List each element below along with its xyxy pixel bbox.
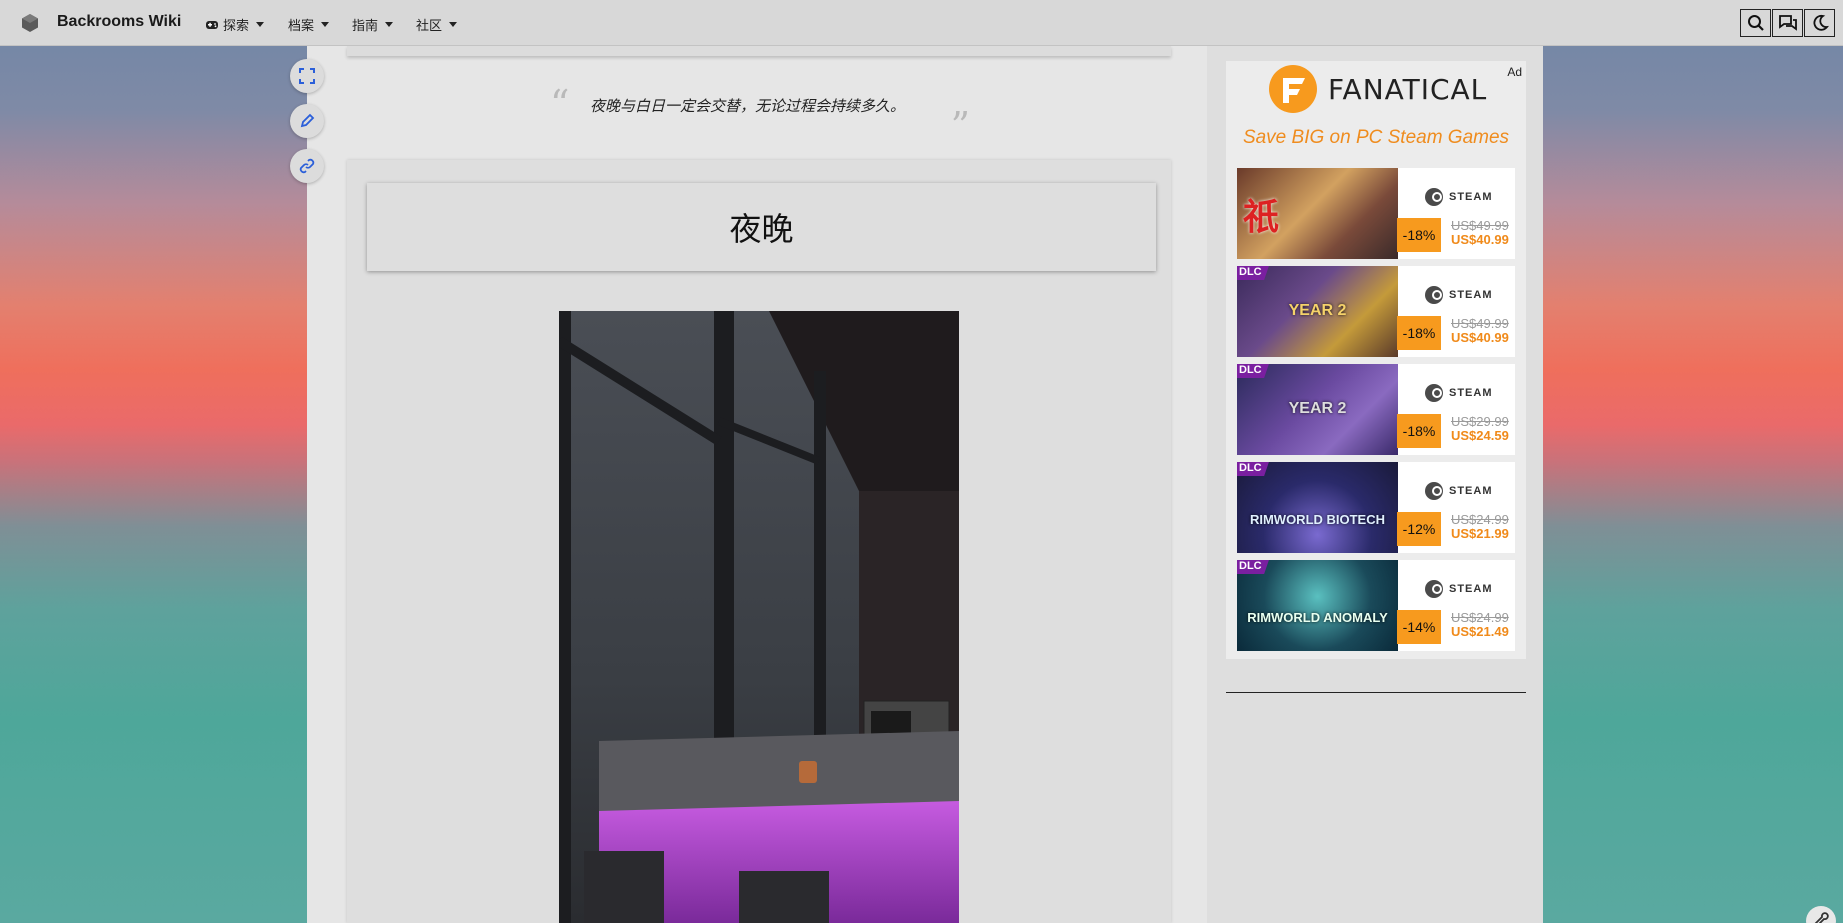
platform-label: STEAM bbox=[1449, 485, 1493, 497]
steam-icon bbox=[1425, 580, 1443, 598]
discussion-icon bbox=[1778, 15, 1797, 31]
deal-card[interactable]: RIMWORLD ANOMALY DLC STEAM -14% US$24.99… bbox=[1237, 560, 1515, 651]
original-price: US$24.99 bbox=[1451, 610, 1509, 625]
nav-archive[interactable]: 档案 bbox=[288, 15, 330, 34]
cover-title: YEAR 2 bbox=[1288, 302, 1347, 319]
steam-icon bbox=[1425, 384, 1443, 402]
deal-card[interactable]: YEAR 2 DLC STEAM -18% US$49.99 US$40.99 bbox=[1237, 266, 1515, 357]
platform-label: STEAM bbox=[1449, 289, 1493, 301]
search-icon bbox=[1747, 15, 1764, 31]
sale-price: US$40.99 bbox=[1451, 232, 1509, 247]
sidebar-divider bbox=[1226, 692, 1526, 693]
page-title: 夜晚 bbox=[729, 210, 794, 248]
caret-down-icon bbox=[256, 22, 265, 27]
game-cover: 祇 bbox=[1237, 168, 1398, 259]
sale-price: US$24.59 bbox=[1451, 428, 1509, 443]
night-window-photo bbox=[559, 311, 959, 923]
original-price: US$24.99 bbox=[1451, 512, 1509, 527]
steam-icon bbox=[1425, 188, 1443, 206]
dlc-badge: DLC bbox=[1237, 560, 1270, 574]
site-title[interactable]: Backrooms Wiki bbox=[57, 13, 181, 31]
cover-title: 祇 bbox=[1242, 196, 1279, 238]
page-tools-button[interactable] bbox=[1806, 906, 1836, 923]
edit-button[interactable] bbox=[290, 104, 324, 138]
article-image-night-kitchen[interactable] bbox=[559, 311, 959, 923]
dlc-badge: DLC bbox=[1237, 364, 1270, 378]
link-button[interactable] bbox=[290, 149, 324, 183]
deal-card[interactable]: RIMWORLD BIOTECH DLC STEAM -12% US$24.99… bbox=[1237, 462, 1515, 553]
game-cover: YEAR 2 DLC bbox=[1237, 364, 1398, 455]
discount-badge: -12% bbox=[1397, 512, 1441, 546]
previous-block-edge bbox=[347, 46, 1171, 56]
discount-badge: -14% bbox=[1397, 610, 1441, 644]
discount-badge: -18% bbox=[1397, 218, 1441, 252]
quote-open-mark: “ bbox=[550, 82, 570, 126]
link-icon bbox=[299, 158, 315, 174]
steam-platform: STEAM bbox=[1425, 286, 1493, 304]
caret-down-icon bbox=[321, 22, 330, 27]
moon-icon bbox=[1813, 14, 1829, 31]
site-logo-icon[interactable] bbox=[20, 13, 40, 33]
original-price: US$49.99 bbox=[1451, 218, 1509, 233]
cover-title: YEAR 2 bbox=[1288, 400, 1347, 417]
nav-explore-label: 探索 bbox=[223, 18, 250, 33]
nav-community[interactable]: 社区 bbox=[416, 15, 458, 34]
fanatical-ad[interactable]: Ad FANATICAL Save BIG on PC Steam Games … bbox=[1226, 61, 1526, 659]
fanatical-brand[interactable]: FANATICAL bbox=[1268, 64, 1487, 114]
wrench-icon bbox=[1814, 912, 1829, 923]
sale-price: US$21.99 bbox=[1451, 526, 1509, 541]
steam-icon bbox=[1425, 286, 1443, 304]
deal-card[interactable]: YEAR 2 DLC STEAM -18% US$29.99 US$24.59 bbox=[1237, 364, 1515, 455]
discount-badge: -18% bbox=[1397, 414, 1441, 448]
steam-platform: STEAM bbox=[1425, 384, 1493, 402]
fullscreen-button[interactable] bbox=[290, 59, 324, 93]
ad-label: Ad bbox=[1507, 65, 1522, 79]
brand-name: FANATICAL bbox=[1328, 72, 1488, 106]
steam-platform: STEAM bbox=[1425, 482, 1493, 500]
steam-platform: STEAM bbox=[1425, 188, 1493, 206]
nav-community-label: 社区 bbox=[416, 18, 443, 33]
original-price: US$29.99 bbox=[1451, 414, 1509, 429]
dlc-badge: DLC bbox=[1237, 266, 1270, 280]
top-navbar: Backrooms Wiki 探索 档案 指南 社区 bbox=[0, 0, 1843, 46]
dark-mode-toggle[interactable] bbox=[1804, 9, 1835, 37]
dlc-badge: DLC bbox=[1237, 462, 1270, 476]
game-cover: RIMWORLD BIOTECH DLC bbox=[1237, 462, 1398, 553]
platform-label: STEAM bbox=[1449, 387, 1493, 399]
steam-icon bbox=[1425, 482, 1443, 500]
nav-guide-label: 指南 bbox=[352, 18, 379, 33]
caret-down-icon bbox=[449, 22, 458, 27]
sale-price: US$21.49 bbox=[1451, 624, 1509, 639]
ad-tagline: Save BIG on PC Steam Games bbox=[1242, 127, 1510, 148]
epigraph-quote: “ 夜晚与白日一定会交替，无论过程会持续多久。 ” bbox=[550, 82, 970, 145]
deal-card[interactable]: 祇 STEAM -18% US$49.99 US$40.99 bbox=[1237, 168, 1515, 259]
fanatical-logo-icon bbox=[1269, 65, 1317, 113]
game-cover: RIMWORLD ANOMALY DLC bbox=[1237, 560, 1398, 651]
sale-price: US$40.99 bbox=[1451, 330, 1509, 345]
gamepad-icon bbox=[206, 20, 218, 29]
edit-icon bbox=[300, 113, 315, 128]
platform-label: STEAM bbox=[1449, 583, 1493, 595]
game-cover: YEAR 2 DLC bbox=[1237, 266, 1398, 357]
discount-badge: -18% bbox=[1397, 316, 1441, 350]
quote-close-mark: ” bbox=[950, 104, 970, 148]
fullscreen-icon bbox=[299, 68, 315, 84]
cover-title: RIMWORLD BIOTECH bbox=[1249, 512, 1386, 527]
caret-down-icon bbox=[385, 22, 394, 27]
search-button[interactable] bbox=[1740, 9, 1771, 37]
steam-platform: STEAM bbox=[1425, 580, 1493, 598]
epigraph-text: 夜晚与白日一定会交替，无论过程会持续多久。 bbox=[590, 98, 906, 115]
cover-title: RIMWORLD ANOMALY bbox=[1247, 610, 1388, 625]
discussion-button[interactable] bbox=[1772, 9, 1803, 37]
nav-explore[interactable]: 探索 bbox=[205, 15, 265, 34]
page-title-card: 夜晚 bbox=[367, 183, 1156, 271]
nav-archive-label: 档案 bbox=[288, 18, 315, 33]
original-price: US$49.99 bbox=[1451, 316, 1509, 331]
nav-guide[interactable]: 指南 bbox=[352, 15, 394, 34]
platform-label: STEAM bbox=[1449, 191, 1493, 203]
